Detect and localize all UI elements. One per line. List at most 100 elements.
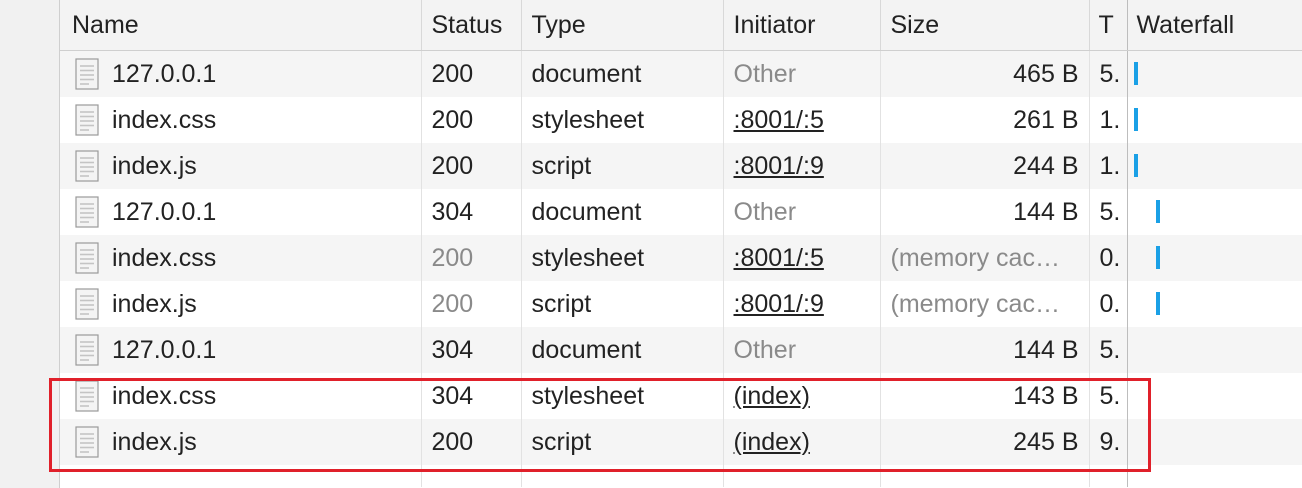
initiator-link[interactable]: :8001/:9	[734, 152, 824, 180]
cell-status: 200	[421, 97, 522, 143]
table-header-row: Name Status Type Initiator Size T Waterf…	[60, 0, 1302, 51]
name-cell-content: index.css	[70, 242, 411, 274]
document-file-icon	[75, 196, 99, 228]
cell-status: 304	[421, 373, 522, 419]
cell-status: 304	[421, 189, 522, 235]
document-file-icon	[75, 150, 99, 182]
cell-type: document	[521, 50, 724, 97]
waterfall-bar	[1133, 154, 1138, 177]
cell-time: 5.	[1089, 373, 1128, 419]
name-cell-content: 127.0.0.1	[70, 196, 411, 228]
cell-type: document	[521, 189, 724, 235]
cell-type: script	[521, 143, 724, 189]
table-row[interactable]: index.js 200 script:8001/:9 244 B 1.	[60, 143, 1302, 189]
initiator-text: Other	[733, 335, 797, 364]
table-row[interactable]: 127.0.0.1 304 document Other 144 B 5.	[60, 189, 1302, 235]
network-panel: Name Status Type Initiator Size T Waterf…	[0, 0, 1302, 488]
cell-waterfall	[1127, 327, 1302, 373]
table-row[interactable]: index.js 200 script (index) 245 B 9.	[60, 419, 1302, 465]
request-name: index.js	[112, 427, 197, 456]
cell-initiator: (index)	[723, 373, 881, 419]
cell-name: index.js	[60, 281, 422, 327]
cell-status: 200	[421, 50, 522, 97]
name-cell-content: index.css	[70, 104, 411, 136]
cell-size: 244 B	[880, 143, 1090, 189]
cell-name: 127.0.0.1	[60, 327, 422, 373]
cell-status: 304	[421, 327, 522, 373]
table-row[interactable]: index.css 304 stylesheet (index) 143 B 5.	[60, 373, 1302, 419]
cell-waterfall	[1127, 143, 1302, 189]
table-row[interactable]: index.css 200 stylesheet :8001/:5 261 B 1.	[60, 97, 1302, 143]
cell-waterfall	[1127, 373, 1302, 419]
cell-waterfall	[1127, 189, 1302, 235]
initiator-text: Other	[733, 197, 797, 226]
cell-time: 0.	[1089, 235, 1128, 281]
request-rows: 127.0.0.1 200 document Other 465 B 5. index.cs…	[60, 50, 1302, 487]
cell-time: 9.	[1089, 419, 1128, 465]
column-header-initiator[interactable]: Initiator	[723, 0, 881, 51]
waterfall-bar	[1133, 108, 1138, 131]
column-header-size[interactable]: Size	[880, 0, 1090, 51]
cell-waterfall	[1127, 235, 1302, 281]
initiator-link[interactable]: (index)	[734, 382, 810, 410]
column-header-waterfall[interactable]: Waterfall	[1127, 0, 1302, 51]
cell-name: index.css	[60, 373, 422, 419]
cell-type: stylesheet	[521, 235, 724, 281]
cell-size: 143 B	[880, 373, 1090, 419]
cell-size: 261 B	[880, 97, 1090, 143]
name-cell-content: index.js	[70, 288, 411, 320]
cell-status: 200	[421, 235, 522, 281]
name-cell-content: index.css	[70, 380, 411, 412]
column-header-name[interactable]: Name	[60, 0, 422, 51]
column-header-type[interactable]: Type	[521, 0, 724, 51]
empty-cell	[1127, 465, 1302, 487]
document-file-icon	[75, 380, 99, 412]
name-cell-content: 127.0.0.1	[70, 334, 411, 366]
table-row[interactable]: index.js 200 script:8001/:9 (memory cac… 0.	[60, 281, 1302, 327]
request-name: index.js	[112, 289, 197, 318]
table-row[interactable]: 127.0.0.1 304 document Other 144 B 5.	[60, 327, 1302, 373]
cell-type: stylesheet	[521, 373, 724, 419]
initiator-link[interactable]: :8001/:5	[734, 106, 824, 134]
empty-cell	[421, 465, 522, 487]
empty-row	[60, 465, 1302, 487]
document-file-icon	[75, 242, 99, 274]
cell-type: stylesheet	[521, 97, 724, 143]
cell-size: (memory cac…	[880, 281, 1090, 327]
column-header-status[interactable]: Status	[421, 0, 522, 51]
cell-initiator: (index)	[723, 419, 881, 465]
waterfall-bar	[1155, 200, 1160, 223]
initiator-link[interactable]: :8001/:5	[734, 244, 824, 272]
table-row[interactable]: 127.0.0.1 200 document Other 465 B 5.	[60, 50, 1302, 97]
initiator-link[interactable]: (index)	[734, 428, 810, 456]
request-name: 127.0.0.1	[112, 335, 217, 364]
cell-initiator: :8001/:9	[723, 281, 881, 327]
cell-size: 245 B	[880, 419, 1090, 465]
cell-type: script	[521, 281, 724, 327]
cell-time: 1.	[1089, 97, 1128, 143]
document-file-icon	[75, 334, 99, 366]
document-file-icon	[75, 104, 99, 136]
initiator-link[interactable]: :8001/:9	[734, 290, 824, 318]
empty-cell	[1089, 465, 1128, 487]
request-name: index.css	[112, 381, 217, 410]
cell-status: 200	[421, 419, 522, 465]
document-file-icon	[75, 58, 99, 90]
cell-waterfall	[1127, 281, 1302, 327]
column-header-time[interactable]: T	[1089, 0, 1128, 51]
cell-size: 465 B	[880, 50, 1090, 97]
cell-initiator: Other	[723, 189, 881, 235]
cell-type: document	[521, 327, 724, 373]
cell-waterfall	[1127, 97, 1302, 143]
cell-name: index.css	[60, 97, 422, 143]
table-row[interactable]: index.css 200 stylesheet :8001/:5 (memory ca…	[60, 235, 1302, 281]
name-cell-content: index.js	[70, 426, 411, 458]
empty-cell	[880, 465, 1090, 487]
request-name: 127.0.0.1	[112, 59, 217, 88]
left-gutter	[0, 0, 60, 488]
cell-name: index.css	[60, 235, 422, 281]
cell-size: (memory cac…	[880, 235, 1090, 281]
request-table-container: Name Status Type Initiator Size T Waterf…	[60, 0, 1302, 488]
name-cell-content: index.js	[70, 150, 411, 182]
request-name: index.css	[112, 243, 217, 272]
